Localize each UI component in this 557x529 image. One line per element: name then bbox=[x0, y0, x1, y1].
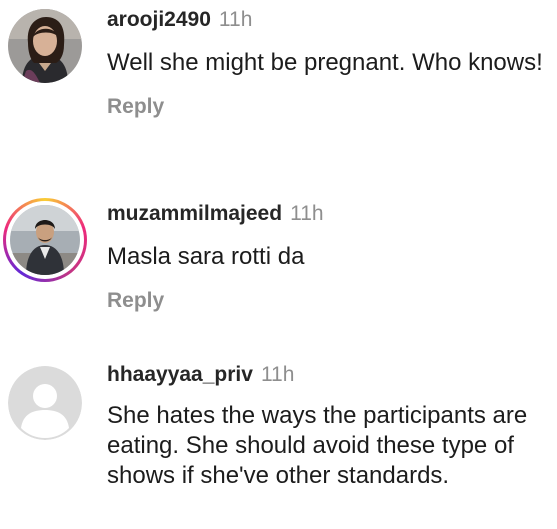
reply-button[interactable]: Reply bbox=[107, 95, 164, 119]
comment-text: She hates the ways the participants are … bbox=[107, 402, 528, 489]
username-link[interactable]: muzammilmajeed bbox=[107, 202, 282, 225]
avatar[interactable] bbox=[8, 9, 82, 83]
avatar bbox=[10, 205, 80, 275]
comment-body: hhaayyaa_priv 11h She hates the ways the … bbox=[107, 362, 543, 491]
comment-timestamp: 11h bbox=[290, 202, 324, 225]
story-ring-inner bbox=[6, 201, 84, 279]
default-avatar-icon[interactable] bbox=[8, 366, 82, 440]
comment-body: muzammilmajeed 11h Masla sara rotti da Re… bbox=[107, 201, 543, 313]
comment-timestamp: 11h bbox=[260, 363, 295, 386]
comment-meta: muzammilmajeed 11h bbox=[107, 201, 543, 227]
username-link[interactable]: hhaayyaa_priv bbox=[107, 363, 253, 386]
username-link[interactable]: arooji2490 bbox=[107, 8, 211, 31]
comment-body: arooji2490 11h Well she might be pregnant… bbox=[107, 7, 543, 119]
reply-button[interactable]: Reply bbox=[107, 289, 164, 313]
comment-text: Well she might be pregnant. Who knows! bbox=[107, 49, 543, 76]
comment-timestamp: 11h bbox=[218, 8, 253, 31]
story-ring[interactable] bbox=[3, 198, 87, 282]
comment-meta: arooji2490 11h bbox=[107, 7, 543, 33]
comment-text: Masla sara rotti da bbox=[107, 243, 305, 270]
comment-meta: hhaayyaa_priv 11h bbox=[107, 362, 543, 388]
